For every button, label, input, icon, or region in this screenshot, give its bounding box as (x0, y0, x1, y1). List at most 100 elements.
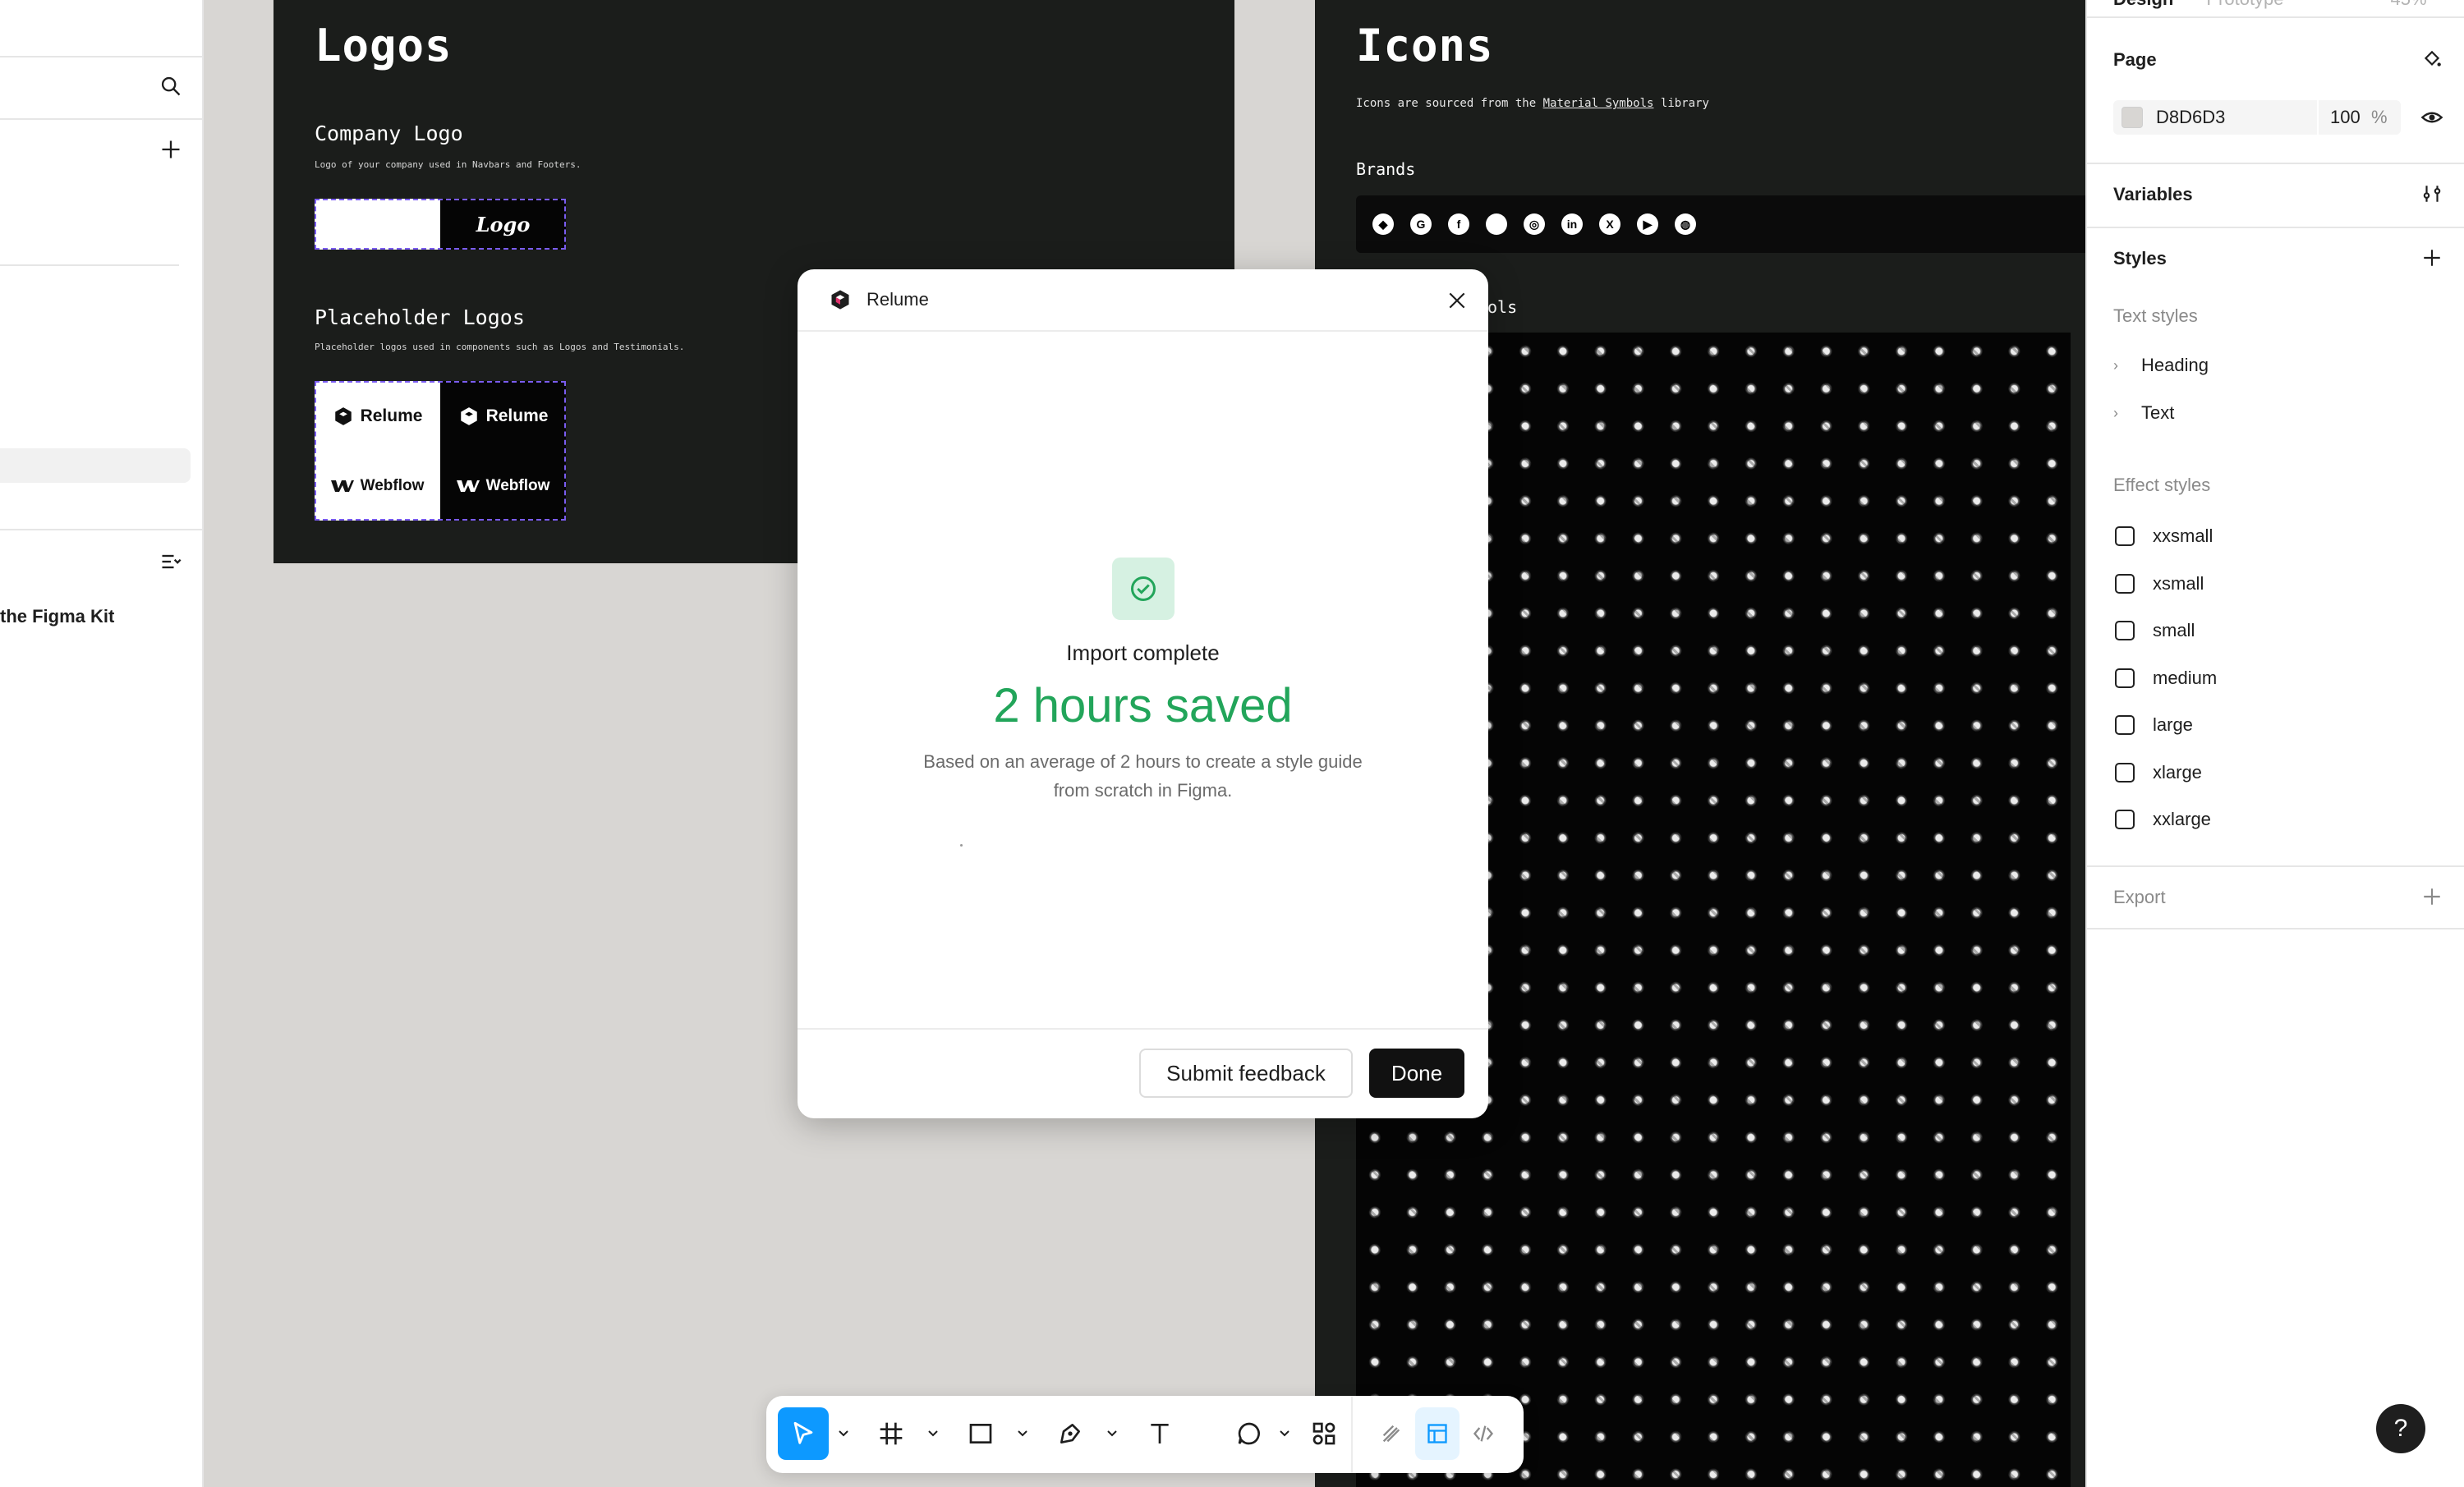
effect-style-label: xlarge (2153, 762, 2202, 783)
chevron-right-icon[interactable]: › (2113, 405, 2125, 422)
text-tool-icon[interactable] (1134, 1407, 1185, 1460)
page-color-swatch[interactable] (2122, 107, 2143, 128)
effect-styles-label: Effect styles (2113, 475, 2211, 495)
actions-tool-icon[interactable] (1299, 1407, 1349, 1460)
effect-style-large[interactable]: large (2115, 714, 2193, 736)
relume-label: Relume (360, 406, 423, 425)
layer-item-label[interactable]: the Figma Kit (0, 606, 114, 627)
webflow-mark-icon (456, 480, 480, 492)
codesandbox-icon: ◆ (1372, 213, 1394, 235)
webflow-logo-dark: Webflow (440, 451, 566, 521)
styles-section-title: Styles (2113, 248, 2167, 268)
rectangle-tool-icon[interactable] (955, 1407, 1006, 1460)
success-check-icon (1112, 558, 1175, 620)
text-styles-label: Text styles (2113, 305, 2198, 326)
company-logo-component[interactable]: Logo (315, 199, 566, 250)
paint-bucket-icon[interactable] (2417, 44, 2447, 74)
page-opacity[interactable]: 100 (2330, 107, 2371, 128)
frame-title: Icons (1356, 20, 1494, 71)
dialog-title: Relume (867, 289, 929, 310)
chevron-down-icon[interactable] (1276, 1424, 1293, 1443)
facebook-icon: f (1448, 213, 1469, 235)
dribbble-icon: ◍ (1675, 213, 1696, 235)
divider (2087, 227, 2464, 228)
draw-mode-icon[interactable] (1369, 1407, 1414, 1460)
time-saved-note: Based on an average of 2 hours to create… (923, 751, 1363, 801)
variables-icon[interactable] (2417, 179, 2447, 209)
effect-swatch-icon (2115, 763, 2135, 783)
chevron-down-icon[interactable] (835, 1424, 852, 1443)
divider (0, 264, 179, 266)
x-icon: X (1599, 213, 1620, 235)
help-button[interactable]: ? (2376, 1404, 2425, 1453)
list-filter-icon[interactable] (153, 544, 189, 580)
frame-tool-icon[interactable] (866, 1407, 917, 1460)
text-style-text[interactable]: › Text (2113, 402, 2174, 424)
search-icon[interactable] (153, 68, 189, 104)
effect-style-xlarge[interactable]: xlarge (2115, 762, 2202, 783)
divider (2087, 865, 2464, 867)
add-style-icon[interactable] (2417, 243, 2447, 273)
instagram-icon: ◎ (1524, 213, 1545, 235)
effect-swatch-icon (2115, 715, 2135, 735)
submit-feedback-button[interactable]: Submit feedback (1139, 1049, 1353, 1098)
variables-section-title[interactable]: Variables (2113, 184, 2193, 205)
relume-mark-icon (460, 406, 477, 425)
plus-icon[interactable] (153, 131, 189, 168)
effect-style-xxsmall[interactable]: xxsmall (2115, 525, 2213, 547)
logo-text: Logo (476, 212, 531, 236)
divider (2087, 928, 2464, 929)
placeholder-logos-title: Placeholder Logos (315, 305, 525, 329)
chevron-right-icon[interactable]: › (2113, 357, 2125, 374)
field-separator (2317, 100, 2319, 135)
effect-swatch-icon (2115, 526, 2135, 546)
chevron-down-icon[interactable] (1014, 1424, 1031, 1443)
text-style-label: Text (2141, 402, 2175, 423)
export-section-title[interactable]: Export (2113, 887, 2166, 908)
effect-style-xxlarge[interactable]: xxlarge (2115, 809, 2211, 830)
tab-design[interactable]: Design (2113, 0, 2173, 10)
effect-style-label: medium (2153, 668, 2218, 688)
material-symbols-link[interactable]: Material Symbols (1543, 97, 1654, 110)
zoom-level[interactable]: 45% (2391, 0, 2427, 10)
chevron-down-icon[interactable] (1104, 1424, 1120, 1443)
eye-icon[interactable] (2417, 103, 2447, 132)
add-export-icon[interactable] (2417, 882, 2447, 911)
done-button[interactable]: Done (1369, 1049, 1464, 1098)
pen-tool-icon[interactable] (1045, 1407, 1096, 1460)
page-color-hex[interactable]: D8D6D3 (2156, 107, 2317, 128)
design-mode-icon[interactable] (1415, 1407, 1460, 1460)
effect-style-medium[interactable]: medium (2115, 668, 2217, 689)
effect-style-small[interactable]: small (2115, 620, 2195, 641)
left-panel: the Figma Kit (0, 0, 204, 1487)
desc-prefix: Icons are sourced from the (1356, 97, 1537, 110)
effect-style-label: xxsmall (2153, 525, 2213, 546)
logo-light-variant[interactable] (315, 199, 440, 250)
dialog-footer-divider (798, 1028, 1488, 1030)
page-color-field[interactable]: D8D6D3 100 % (2113, 100, 2401, 135)
effect-style-label: small (2153, 620, 2195, 640)
divider (0, 118, 202, 120)
placeholder-logos-component[interactable]: Relume Relume Webflow Webflow (315, 381, 566, 521)
import-status-text: Import complete (1066, 640, 1220, 665)
import-complete-dialog: Relume Import complete 2 hours saved Bas… (798, 269, 1488, 1118)
tab-prototype[interactable]: Prototype (2206, 0, 2283, 10)
dialog-header: Relume (798, 269, 1488, 332)
brands-icon-row[interactable]: ◆ G f ◎ in X ▶ ◍ (1356, 195, 2085, 253)
webflow-logo-light: Webflow (315, 451, 440, 521)
panel-tabs: Design Prototype 45% (2113, 0, 2427, 10)
effect-swatch-icon (2115, 574, 2135, 594)
webflow-mark-icon (330, 480, 354, 492)
divider (2087, 163, 2464, 164)
chevron-down-icon[interactable] (925, 1424, 941, 1443)
effect-style-label: large (2153, 714, 2193, 735)
text-style-heading[interactable]: › Heading (2113, 355, 2209, 376)
logo-dark-variant[interactable]: Logo (440, 199, 566, 250)
divider (0, 529, 202, 530)
page-list-item-selected[interactable] (0, 448, 191, 483)
move-tool-icon[interactable] (778, 1407, 829, 1460)
dev-mode-icon[interactable] (1461, 1407, 1506, 1460)
comment-tool-icon[interactable] (1224, 1407, 1275, 1460)
close-icon[interactable] (1441, 284, 1473, 317)
effect-style-xsmall[interactable]: xsmall (2115, 573, 2204, 594)
